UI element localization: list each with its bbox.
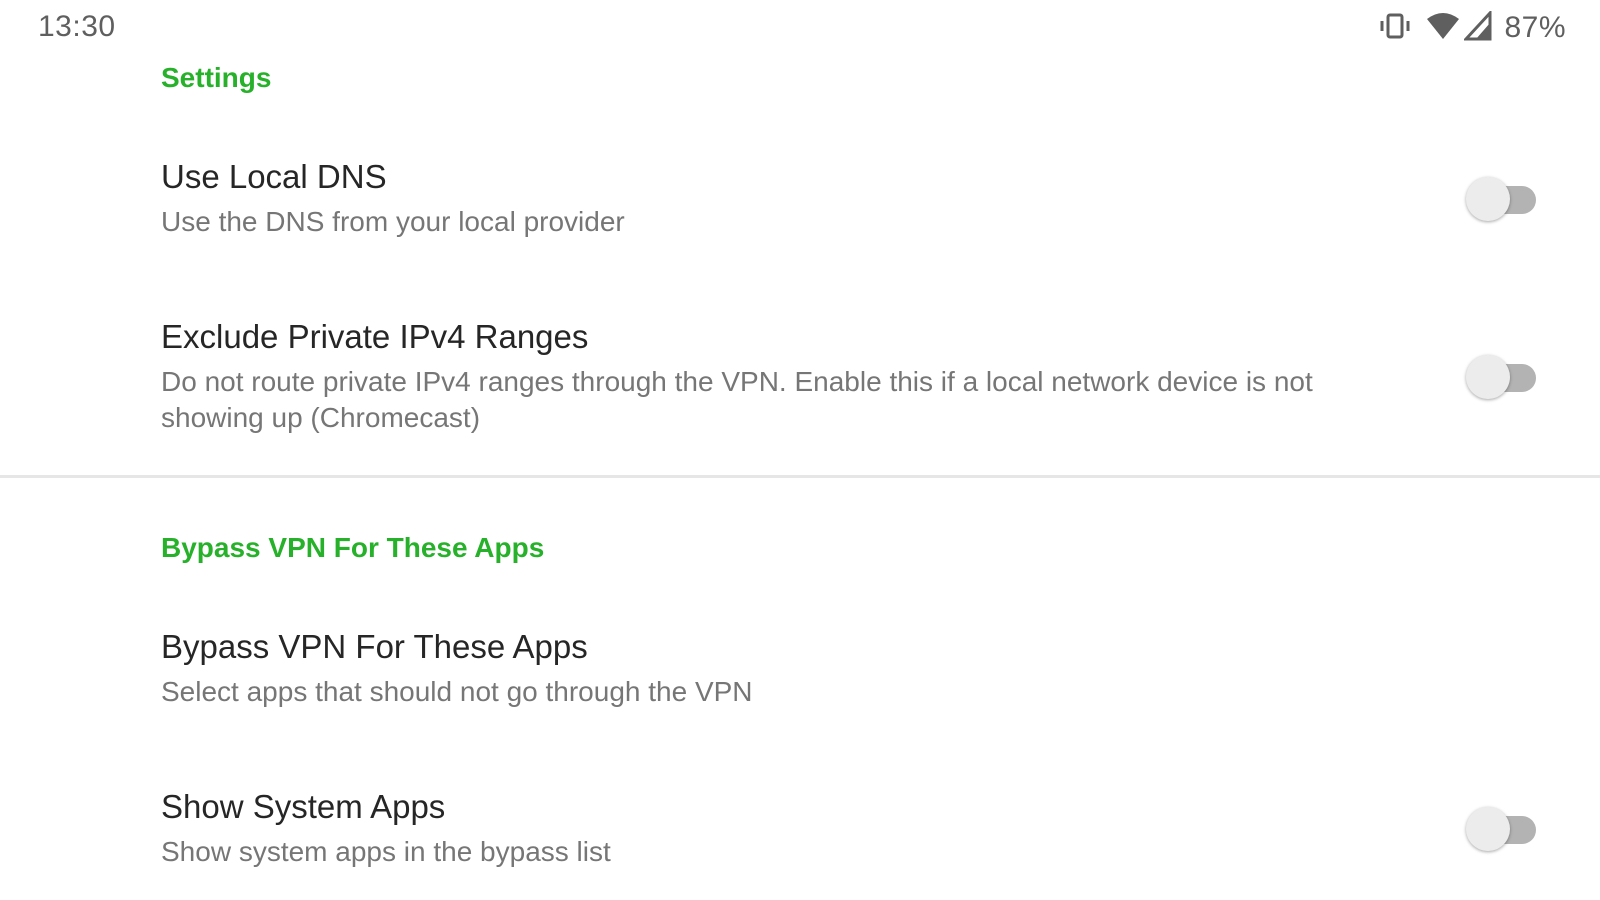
category-title-settings: Settings bbox=[161, 62, 272, 93]
status-icons: 87% bbox=[1378, 8, 1566, 46]
pref-summary: Select apps that should not go through t… bbox=[161, 676, 753, 707]
switch-thumb bbox=[1466, 177, 1510, 221]
pref-title: Bypass VPN For These Apps bbox=[161, 628, 588, 665]
pref-summary: Use the DNS from your local provider bbox=[161, 206, 625, 237]
switch-thumb bbox=[1466, 355, 1510, 399]
exclude-private-switch[interactable] bbox=[1466, 353, 1540, 403]
settings-screen: 13:30 87% Settings Use Local DNS Use the… bbox=[0, 0, 1600, 900]
status-bar: 13:30 87% bbox=[0, 0, 1600, 56]
pref-summary: Do not route private IPv4 ranges through… bbox=[161, 366, 1313, 433]
pref-use-local-dns[interactable]: Use Local DNS Use the DNS from your loca… bbox=[0, 150, 1600, 270]
pref-summary: Show system apps in the bypass list bbox=[161, 836, 611, 867]
show-system-apps-switch[interactable] bbox=[1466, 805, 1540, 855]
section-divider bbox=[0, 475, 1600, 478]
category-title-bypass: Bypass VPN For These Apps bbox=[161, 532, 545, 563]
wifi-icon bbox=[1426, 11, 1460, 46]
use-local-dns-switch[interactable] bbox=[1466, 175, 1540, 225]
pref-title: Exclude Private IPv4 Ranges bbox=[161, 318, 589, 355]
pref-bypass-apps[interactable]: Bypass VPN For These Apps Select apps th… bbox=[0, 620, 1600, 740]
pref-title: Use Local DNS bbox=[161, 158, 387, 195]
pref-title: Show System Apps bbox=[161, 788, 446, 825]
pref-show-system-apps[interactable]: Show System Apps Show system apps in the… bbox=[0, 780, 1600, 900]
switch-thumb bbox=[1466, 807, 1510, 851]
vibrate-icon bbox=[1378, 11, 1412, 46]
pref-exclude-private-ipv4[interactable]: Exclude Private IPv4 Ranges Do not route… bbox=[0, 310, 1600, 460]
status-time: 13:30 bbox=[38, 10, 116, 43]
signal-icon bbox=[1463, 8, 1492, 46]
battery-percentage: 87% bbox=[1504, 11, 1566, 44]
